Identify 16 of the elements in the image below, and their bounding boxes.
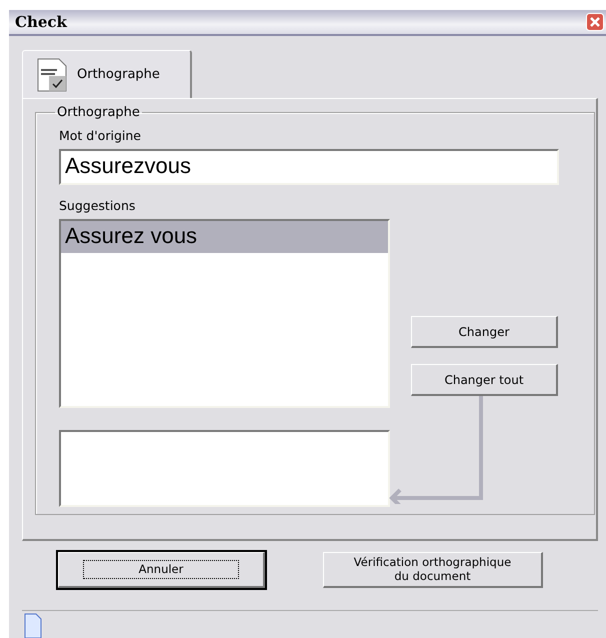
file-icon <box>24 613 42 638</box>
input-field[interactable]: Assurezvous <box>59 149 559 185</box>
field-label: Mot d'origine <box>59 128 142 143</box>
action-button[interactable]: Changer <box>411 316 558 348</box>
suggestion-list[interactable]: Assurez vous <box>59 219 390 408</box>
window-title: Check <box>15 13 67 31</box>
dialog-button[interactable]: Annuler <box>58 552 265 588</box>
field-label: Suggestions <box>59 198 136 213</box>
tab[interactable]: Orthographe <box>22 50 192 98</box>
text-box[interactable] <box>59 430 390 507</box>
close-icon[interactable] <box>586 13 604 31</box>
spelling-icon <box>37 58 67 92</box>
list-item[interactable]: Assurez vous <box>61 221 388 253</box>
group-title: Orthographe <box>56 105 141 120</box>
action-button[interactable]: Changer tout <box>411 364 558 396</box>
dialog-button[interactable]: Vérification orthographique du document <box>323 552 543 588</box>
